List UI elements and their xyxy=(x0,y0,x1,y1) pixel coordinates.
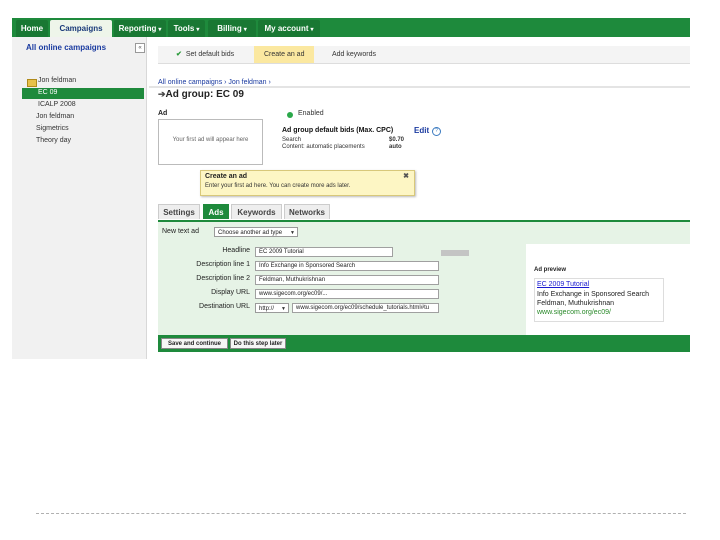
ad-type-select[interactable]: Choose another ad type ▼ xyxy=(214,227,298,237)
wizard-step-keywords[interactable]: Add keywords xyxy=(332,46,376,63)
save-and-continue-button[interactable]: Save and continue xyxy=(161,338,228,349)
description-line-1-input[interactable]: Info Exchange in Sponsored Search xyxy=(255,261,439,271)
tooltip-body: Enter your first ad here. You can create… xyxy=(205,183,351,189)
main-content: ✔ Set default bids Create an ad Add keywo… xyxy=(149,37,690,359)
breadcrumb[interactable]: All online campaigns › Jon feldman › xyxy=(158,79,271,86)
bid-row-value: auto xyxy=(389,144,402,150)
page-title-text: Ad group: EC 09 xyxy=(165,89,244,100)
wizard-step-label: Add keywords xyxy=(332,51,376,58)
folder-icon xyxy=(27,79,37,87)
nav-tab-billing-label: Billing xyxy=(217,24,242,33)
divider xyxy=(149,86,690,88)
ad-form-area: Headline EC 2009 Tutorial Description li… xyxy=(158,244,690,335)
destination-url-label: Destination URL xyxy=(199,303,250,310)
nav-tab-tools-label: Tools xyxy=(173,24,195,33)
ad-preview-box: Your first ad will appear here xyxy=(158,119,263,165)
protocol-select-value: http:// xyxy=(259,306,275,312)
top-nav-bar: Home Campaigns Reporting ▾ Tools ▾ Billing… xyxy=(12,18,690,37)
nav-tab-my-account-label: My account xyxy=(264,24,309,33)
preview-headline[interactable]: EC 2009 Tutorial xyxy=(537,281,589,288)
headline-label: Headline xyxy=(222,247,250,254)
description-line-2-label: Description line 2 xyxy=(196,275,250,282)
sidebar-item-selected[interactable]: EC 09 xyxy=(22,88,144,99)
nav-tab-home-label: Home xyxy=(20,24,44,33)
tooltip-title: Create an ad xyxy=(205,173,248,180)
scroll-indicator xyxy=(441,250,469,256)
nav-tab-home[interactable]: Home xyxy=(16,20,48,37)
chevron-down-icon: ▾ xyxy=(243,27,247,33)
arrow-icon: ➔ xyxy=(158,89,166,99)
nav-tab-tools[interactable]: Tools ▾ xyxy=(168,20,205,37)
display-url-label: Display URL xyxy=(211,289,250,296)
ad-preview-panel: Ad preview EC 2009 Tutorial Info Exchang… xyxy=(530,266,688,326)
preview-line-1: Info Exchange in Sponsored Search xyxy=(537,291,650,298)
description-line-2-input[interactable]: Feldman, Muthukrishnan xyxy=(255,275,439,285)
wizard-step-label: Set default bids xyxy=(185,51,235,58)
description-line-1-label: Description line 1 xyxy=(196,261,250,268)
tab-ads[interactable]: Ads xyxy=(203,204,229,219)
new-ad-panel: New text ad Choose another ad type ▼ Head… xyxy=(158,222,690,335)
chevron-down-icon: ▾ xyxy=(158,27,162,33)
status-text: Enabled xyxy=(298,110,324,117)
sidebar-item-campaign[interactable]: Jon feldman xyxy=(38,77,76,84)
campaign-sidebar: All online campaigns « Jon feldman EC 09… xyxy=(12,37,147,359)
adgroup-tabs: Settings Ads Keywords Networks xyxy=(158,204,690,222)
bid-row-label: Search xyxy=(282,137,302,143)
status-enabled-icon xyxy=(287,112,293,118)
nav-tab-my-account[interactable]: My account ▾ xyxy=(258,20,320,37)
do-this-step-later-button[interactable]: Do this step later xyxy=(230,338,286,349)
destination-url-input[interactable]: www.sigecom.org/ec09/schedule_tutorials.… xyxy=(292,303,439,313)
ad-preview-card: EC 2009 Tutorial Info Exchange in Sponso… xyxy=(534,278,664,322)
nav-tab-campaigns-label: Campaigns xyxy=(59,24,103,33)
sidebar-item-campaign[interactable]: Sigmetrics xyxy=(36,125,69,132)
chevron-down-icon: ▼ xyxy=(281,306,286,312)
protocol-select[interactable]: http:// ▼ xyxy=(255,303,289,313)
ad-type-select-value: Choose another ad type xyxy=(218,230,283,236)
preview-url: www.sigecom.org/ec09/ xyxy=(537,309,611,316)
sidebar-item-campaign[interactable]: Jon feldman xyxy=(36,113,74,120)
chevron-down-icon: ▾ xyxy=(310,27,314,33)
sidebar-item-campaign[interactable]: Theory day xyxy=(36,137,71,144)
tab-settings[interactable]: Settings xyxy=(158,204,200,219)
chevron-down-icon: ▼ xyxy=(290,230,295,236)
bid-row-label: Content: automatic placements xyxy=(282,144,365,150)
divider xyxy=(36,513,686,514)
new-text-ad-label: New text ad xyxy=(162,228,199,235)
sidebar-heading[interactable]: All online campaigns xyxy=(26,43,106,52)
wizard-step-bids[interactable]: ✔ Set default bids xyxy=(176,46,234,63)
create-ad-tooltip: Create an ad Enter your first ad here. Y… xyxy=(200,170,415,196)
wizard-step-label: Create an ad xyxy=(264,51,305,58)
bid-row-value: $0.70 xyxy=(389,137,405,143)
nav-tab-reporting[interactable]: Reporting ▾ xyxy=(114,20,166,37)
nav-tab-campaigns[interactable]: Campaigns xyxy=(50,20,112,37)
page-title: ➔Ad group: EC 09 xyxy=(158,89,244,100)
ad-preview-title: Ad preview xyxy=(534,267,567,273)
wizard-step-create-ad[interactable]: Create an ad xyxy=(254,46,315,63)
ad-placeholder-text: Your first ad will appear here xyxy=(172,137,249,143)
setup-wizard-steps: ✔ Set default bids Create an ad Add keywo… xyxy=(158,46,690,64)
chevron-down-icon: ▾ xyxy=(196,27,200,33)
collapse-icon[interactable]: « xyxy=(135,43,145,53)
bids-heading: Ad group default bids (Max. CPC) xyxy=(282,127,394,134)
sidebar-item-campaign[interactable]: ICALP 2008 xyxy=(38,101,76,108)
browser-frame: Home Campaigns Reporting ▾ Tools ▾ Billing… xyxy=(12,18,690,359)
tab-networks[interactable]: Networks xyxy=(284,204,330,219)
tab-keywords[interactable]: Keywords xyxy=(231,204,282,219)
ad-form-fields: Headline EC 2009 Tutorial Description li… xyxy=(158,244,526,335)
display-url-input[interactable]: www.sigecom.org/ec09/... xyxy=(255,289,439,299)
nav-tab-billing[interactable]: Billing ▾ xyxy=(208,20,256,37)
edit-bids-link[interactable]: Edit xyxy=(414,126,429,135)
ad-section-label: Ad xyxy=(158,110,168,117)
headline-input[interactable]: EC 2009 Tutorial xyxy=(255,247,393,257)
check-icon: ✔ xyxy=(176,51,182,58)
help-icon[interactable]: ? xyxy=(432,127,441,136)
close-icon[interactable]: ✖ xyxy=(403,172,409,180)
preview-line-2: Feldman, Muthukrishnan xyxy=(537,300,615,307)
nav-tab-reporting-label: Reporting xyxy=(118,24,157,33)
sidebar-item-label: EC 09 xyxy=(38,89,58,96)
action-bar: Save and continue Do this step later xyxy=(158,335,690,352)
